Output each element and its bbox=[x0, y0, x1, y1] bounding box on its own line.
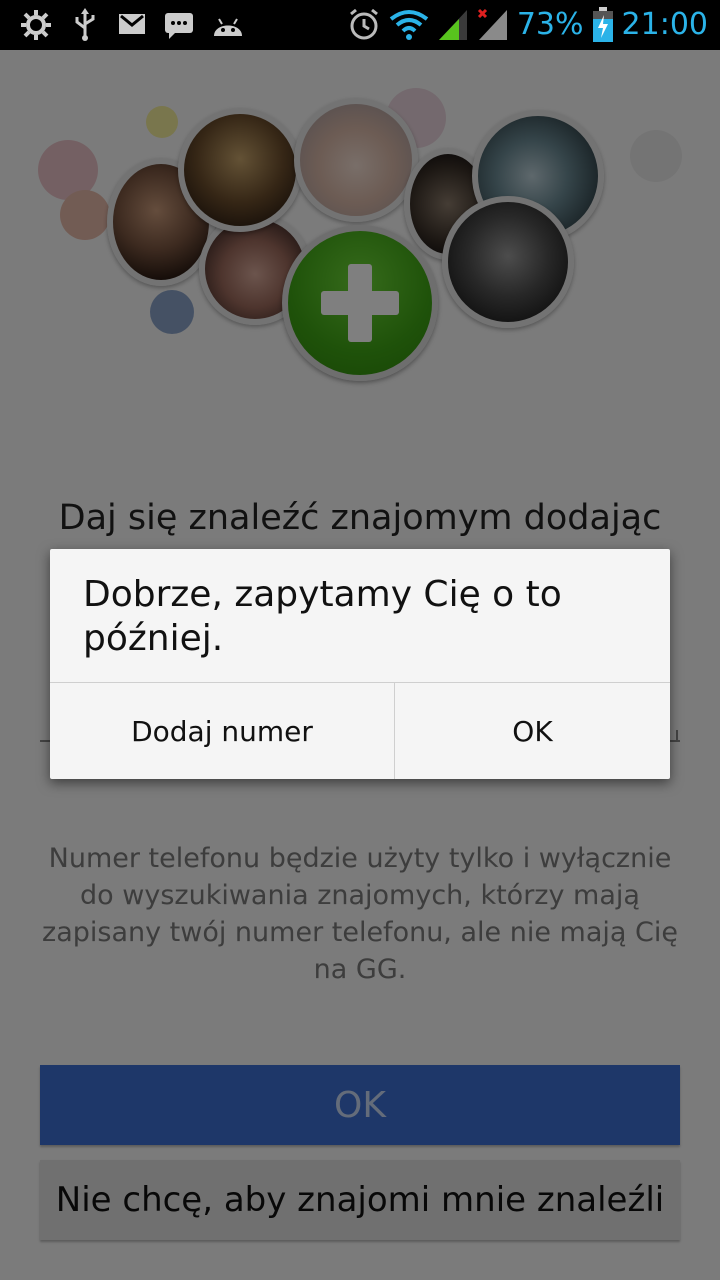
status-bar: 73% 21:00 bbox=[0, 0, 720, 50]
gmail-icon bbox=[119, 14, 145, 34]
battery-charging-icon bbox=[592, 7, 613, 42]
signal-icon bbox=[438, 10, 467, 40]
add-number-button[interactable]: Dodaj numer bbox=[50, 683, 394, 779]
dialog: Dobrze, zapytamy Cię o to później. Dodaj… bbox=[50, 549, 670, 779]
message-icon bbox=[165, 13, 193, 39]
usb-icon bbox=[75, 8, 95, 41]
dialog-ok-button[interactable]: OK bbox=[395, 683, 670, 779]
signal-no-data-icon bbox=[477, 8, 507, 40]
alarm-icon bbox=[349, 8, 378, 40]
clock: 21:00 bbox=[621, 7, 708, 42]
settings-icon bbox=[21, 10, 51, 40]
battery-percent: 73% bbox=[516, 7, 584, 42]
android-icon bbox=[214, 18, 242, 36]
dialog-message: Dobrze, zapytamy Cię o to później. bbox=[83, 574, 562, 659]
status-right: 73% 21:00 bbox=[347, 0, 708, 50]
wifi-icon bbox=[389, 10, 429, 40]
